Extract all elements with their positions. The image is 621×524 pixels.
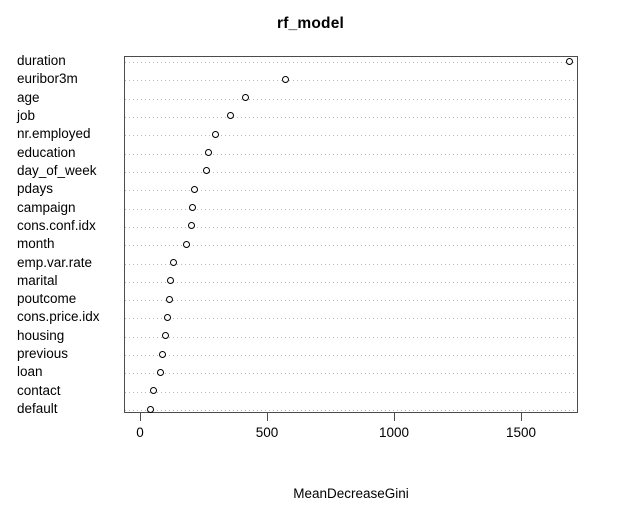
y-axis-tick-label: poutcome bbox=[17, 291, 77, 307]
x-axis-tick-mark bbox=[521, 413, 522, 421]
y-axis-tick-label: campaign bbox=[17, 199, 76, 215]
data-point bbox=[190, 185, 198, 193]
y-axis-tick-label: emp.var.rate bbox=[17, 254, 93, 270]
y-axis-tick-label: job bbox=[17, 107, 36, 123]
data-point bbox=[187, 222, 195, 230]
y-axis-tick-label: housing bbox=[17, 327, 65, 343]
data-point bbox=[161, 332, 169, 340]
x-axis: 0 500 1000 1500 bbox=[0, 413, 621, 473]
y-axis-tick-label: marital bbox=[17, 272, 58, 288]
data-point bbox=[188, 204, 196, 212]
x-axis-tick-mark bbox=[394, 413, 395, 421]
y-axis-tick-label: education bbox=[17, 144, 76, 160]
data-point bbox=[242, 94, 250, 102]
data-point bbox=[202, 167, 210, 175]
data-point bbox=[167, 277, 175, 285]
y-axis-tick-label: pdays bbox=[17, 181, 54, 197]
y-axis-tick-label: cons.conf.idx bbox=[17, 217, 96, 233]
y-axis-tick-label: loan bbox=[17, 364, 43, 380]
data-point bbox=[227, 112, 235, 120]
x-axis-tick-label: 1000 bbox=[378, 425, 410, 440]
data-point bbox=[150, 387, 158, 395]
y-axis-tick-label: month bbox=[17, 236, 55, 252]
data-point bbox=[164, 313, 172, 321]
y-axis-tick-label: age bbox=[17, 89, 40, 105]
data-point bbox=[281, 75, 289, 83]
variable-importance-dotplot: rf_model duration euribor3m age job nr.emplo… bbox=[0, 0, 621, 524]
x-axis-tick-label: 1500 bbox=[505, 425, 537, 440]
y-axis-tick-label: duration bbox=[17, 53, 66, 68]
y-axis-tick-label: previous bbox=[17, 346, 69, 362]
data-point bbox=[158, 350, 166, 358]
y-axis-tick-label: euribor3m bbox=[17, 71, 78, 87]
data-point bbox=[565, 57, 573, 65]
data-point bbox=[169, 259, 177, 267]
y-axis-tick-label: contact bbox=[17, 382, 61, 398]
x-axis-tick-mark bbox=[267, 413, 268, 421]
data-point bbox=[156, 368, 164, 376]
y-axis-tick-label: nr.employed bbox=[17, 126, 91, 142]
data-point bbox=[204, 149, 212, 157]
x-axis-tick-mark bbox=[140, 413, 141, 421]
x-axis-tick-label: 500 bbox=[255, 425, 279, 440]
y-axis-tick-label: day_of_week bbox=[17, 162, 97, 178]
x-axis-title: MeanDecreaseGini bbox=[293, 486, 409, 501]
x-axis-tick-label: 0 bbox=[136, 425, 144, 440]
y-axis-tick-label: cons.price.idx bbox=[17, 309, 100, 325]
data-point bbox=[212, 130, 220, 138]
data-point bbox=[183, 240, 191, 248]
data-point bbox=[166, 295, 174, 303]
data-point bbox=[147, 405, 155, 413]
